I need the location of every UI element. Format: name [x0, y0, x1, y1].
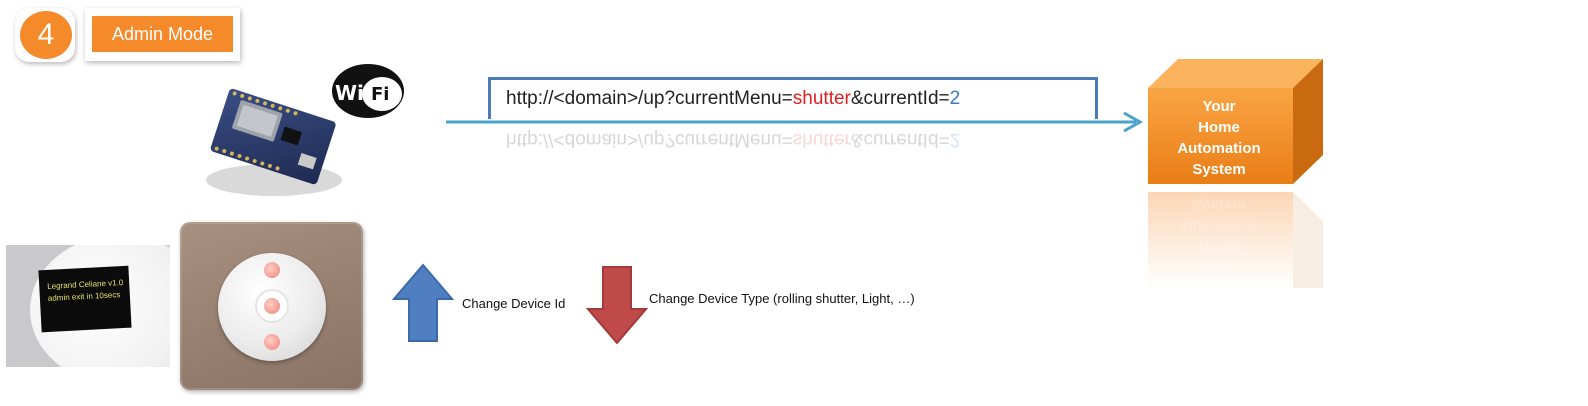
- request-url: http://<domain>/up?currentMenu=shutter&c…: [506, 88, 960, 110]
- lcd-screen: Legrand Celiane v1.0 admin exit in 10sec…: [38, 265, 132, 333]
- esp8266-board-image: [206, 88, 342, 196]
- target-system-label: Your Home Automation System: [1177, 98, 1261, 178]
- url-id-value: 2: [949, 88, 961, 109]
- request-flow-arrow: [446, 111, 1144, 133]
- url-prefix: http://<domain>/up?currentMenu=: [506, 88, 793, 109]
- wifi-left-text: Wi: [335, 81, 364, 105]
- step-number: 4: [20, 11, 72, 59]
- url-mid: &currentId=: [850, 88, 950, 109]
- url-menu-value: shutter: [792, 88, 851, 109]
- down-arrow-icon: [586, 266, 648, 345]
- mode-label: Admin Mode: [92, 16, 233, 52]
- change-device-type-label: Change Device Type (rolling shutter, Lig…: [649, 291, 915, 306]
- switch-center-button: [264, 298, 280, 314]
- lcd-display-photo: Legrand Celiane v1.0 admin exit in 10sec…: [6, 245, 170, 367]
- up-arrow-icon: [392, 263, 454, 342]
- switch-down-button: [264, 334, 280, 350]
- lcd-line-1: Legrand Celiane v1.0: [47, 277, 124, 291]
- target-system-reflection: Your Home Automation System: [1177, 196, 1261, 276]
- wifi-logo: Wi Fi: [332, 64, 404, 118]
- wifi-right-text: Fi: [371, 84, 389, 105]
- change-device-id-label: Change Device Id: [462, 296, 566, 311]
- lcd-line-2: admin exit in 10secs: [47, 290, 121, 303]
- switch-up-button: [264, 262, 280, 278]
